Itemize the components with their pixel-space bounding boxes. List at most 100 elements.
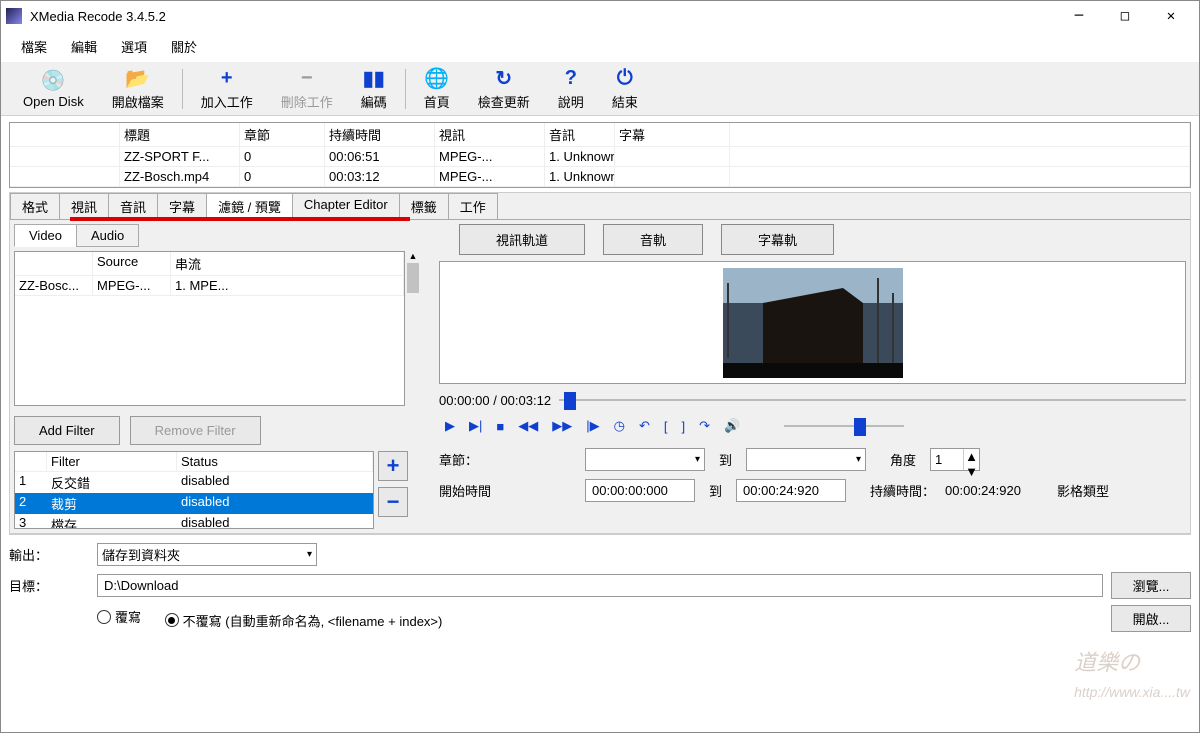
mark-in-icon[interactable]: ↶ — [639, 418, 650, 434]
tool-open-disk[interactable]: 💿Open Disk — [9, 66, 98, 111]
output-select[interactable]: 儲存到資料夾 — [97, 543, 317, 566]
start-time-from[interactable] — [585, 479, 695, 502]
tool-open-file[interactable]: 📂開啟檔案 — [98, 64, 178, 113]
col-filter[interactable]: Filter — [47, 452, 177, 472]
tool-help[interactable]: ?說明 — [544, 64, 598, 113]
start-time-label: 開始時間 — [439, 481, 503, 500]
col-audio[interactable]: 音訊 — [545, 123, 615, 147]
volume-icon[interactable]: 🔊 — [724, 418, 740, 434]
menu-options[interactable]: 選項 — [111, 33, 157, 60]
maximize-button[interactable]: □ — [1102, 1, 1148, 31]
browse-button[interactable]: 瀏覽... — [1111, 572, 1191, 599]
tool-encode[interactable]: ▮▮編碼 — [347, 64, 401, 113]
file-row[interactable]: ZZ-SPORT F...000:06:51MPEG-...1. Unknown… — [10, 147, 1190, 167]
tool-exit[interactable]: ⏻結束 — [598, 64, 652, 113]
scrollbar[interactable]: ▲ — [405, 251, 421, 406]
col-source[interactable]: Source — [93, 252, 171, 276]
timeline-slider[interactable] — [559, 390, 1186, 410]
tab-job[interactable]: 工作 — [448, 193, 498, 219]
tab-tag[interactable]: 標籤 — [399, 193, 449, 219]
menu-about[interactable]: 關於 — [161, 33, 207, 60]
mark-out-icon[interactable]: ↷ — [699, 418, 710, 434]
col-blank[interactable] — [10, 123, 120, 147]
left-column: Video Audio Source 串流 ZZ-Bosc...MPEG-...… — [10, 220, 435, 533]
filter-row[interactable]: 1反交錯disabled — [15, 472, 373, 493]
add-filter-button[interactable]: Add Filter — [14, 416, 120, 445]
playback-controls: ▶ ▶| ■ ◀◀ ▶▶ |▶ ◷ ↶ [ ] ↷ 🔊 — [445, 416, 1186, 436]
source-row[interactable]: ZZ-Bosc...MPEG-...1. MPE... — [15, 276, 404, 296]
col-stream[interactable]: 串流 — [171, 252, 404, 276]
chapter-from-select[interactable] — [585, 448, 705, 471]
stop-icon[interactable]: ■ — [496, 419, 504, 434]
filter-list: Filter Status 1反交錯disabled 2裁剪disabled 3… — [14, 451, 374, 529]
col-title[interactable]: 標題 — [120, 123, 240, 147]
tab-video[interactable]: 視訊 — [59, 193, 109, 219]
tab-chapter-editor[interactable]: Chapter Editor — [292, 193, 400, 219]
chapter-to-select[interactable] — [746, 448, 866, 471]
col-video[interactable]: 視訊 — [435, 123, 545, 147]
target-input[interactable] — [97, 574, 1103, 597]
volume-slider[interactable] — [784, 416, 904, 436]
menu-file[interactable]: 檔案 — [11, 33, 57, 60]
globe-icon: 🌐 — [425, 66, 449, 90]
radio-overwrite[interactable]: 覆寫 — [97, 607, 141, 626]
plus-icon: + — [215, 66, 239, 90]
col-status[interactable]: Status — [177, 452, 373, 472]
start-time-to[interactable] — [736, 479, 846, 502]
clock-icon[interactable]: ◷ — [614, 418, 625, 434]
forward-icon[interactable]: ▶▶ — [552, 418, 572, 434]
output-label: 輸出： — [9, 545, 89, 564]
tabs-area: 格式 視訊 音訊 字幕 濾鏡 / 預覽 Chapter Editor 標籤 工作… — [9, 192, 1191, 534]
radio-no-overwrite[interactable]: 不覆寫 (自動重新命名為, <filename + index>) — [165, 611, 443, 630]
filter-row[interactable]: 2裁剪disabled — [15, 493, 373, 514]
angle-label: 角度 — [890, 450, 916, 469]
angle-spinner[interactable]: ▲▼ — [930, 448, 980, 471]
time-display: 00:00:00 / 00:03:12 — [439, 393, 551, 408]
content: Video Audio Source 串流 ZZ-Bosc...MPEG-...… — [10, 220, 1190, 533]
tab-format[interactable]: 格式 — [10, 193, 60, 219]
filter-row[interactable]: 3檔存disabled — [15, 514, 373, 529]
tab-filter[interactable]: 濾鏡 / 預覽 — [206, 193, 293, 219]
bracket-open-icon[interactable]: [ — [664, 419, 668, 434]
preview-image — [723, 268, 903, 378]
rewind-icon[interactable]: ◀◀ — [518, 418, 538, 434]
tool-remove-job[interactable]: −刪除工作 — [267, 64, 347, 113]
audio-track-button[interactable]: 音軌 — [603, 224, 703, 255]
encode-icon: ▮▮ — [362, 66, 386, 90]
disc-icon: 💿 — [41, 68, 65, 92]
bracket-close-icon[interactable]: ] — [681, 419, 685, 434]
file-row[interactable]: ZZ-Bosch.mp4000:03:12MPEG-...1. Unknown … — [10, 167, 1190, 187]
step-icon[interactable]: |▶ — [586, 418, 599, 434]
tool-home[interactable]: 🌐首頁 — [410, 64, 464, 113]
tab-audio[interactable]: 音訊 — [108, 193, 158, 219]
help-icon: ? — [559, 66, 583, 90]
annotation-underline — [70, 217, 410, 221]
col-duration[interactable]: 持續時間 — [325, 123, 435, 147]
main-tabs: 格式 視訊 音訊 字幕 濾鏡 / 預覽 Chapter Editor 標籤 工作 — [10, 193, 1190, 220]
filter-add-button[interactable]: + — [378, 451, 408, 481]
filter-remove-button[interactable]: − — [378, 487, 408, 517]
tab-subtitle[interactable]: 字幕 — [157, 193, 207, 219]
col-subtitle[interactable]: 字幕 — [615, 123, 730, 147]
app-icon — [6, 8, 22, 24]
close-button[interactable]: ✕ — [1148, 1, 1194, 31]
target-label: 目標： — [9, 576, 89, 595]
subtitle-track-button[interactable]: 字幕軌 — [721, 224, 834, 255]
minimize-button[interactable]: ─ — [1056, 1, 1102, 31]
subtab-video[interactable]: Video — [14, 224, 77, 247]
open-button[interactable]: 開啟... — [1111, 605, 1191, 632]
subtab-audio[interactable]: Audio — [76, 224, 139, 247]
play-icon[interactable]: ▶ — [445, 418, 455, 434]
menu-edit[interactable]: 編輯 — [61, 33, 107, 60]
chapter-label: 章節： — [439, 450, 503, 469]
preview-pane — [439, 261, 1186, 384]
next-icon[interactable]: ▶| — [469, 418, 482, 434]
frame-type-label: 影格類型 — [1057, 481, 1109, 500]
col-chapter[interactable]: 章節 — [240, 123, 325, 147]
right-column: 視訊軌道 音軌 字幕軌 00:00:00 / 00:03:12 — [435, 220, 1190, 533]
tool-add-job[interactable]: +加入工作 — [187, 64, 267, 113]
video-track-button[interactable]: 視訊軌道 — [459, 224, 585, 255]
tool-check-update[interactable]: ↻檢查更新 — [464, 64, 544, 113]
duration-value: 00:00:24:920 — [945, 483, 1021, 498]
remove-filter-button[interactable]: Remove Filter — [130, 416, 261, 445]
